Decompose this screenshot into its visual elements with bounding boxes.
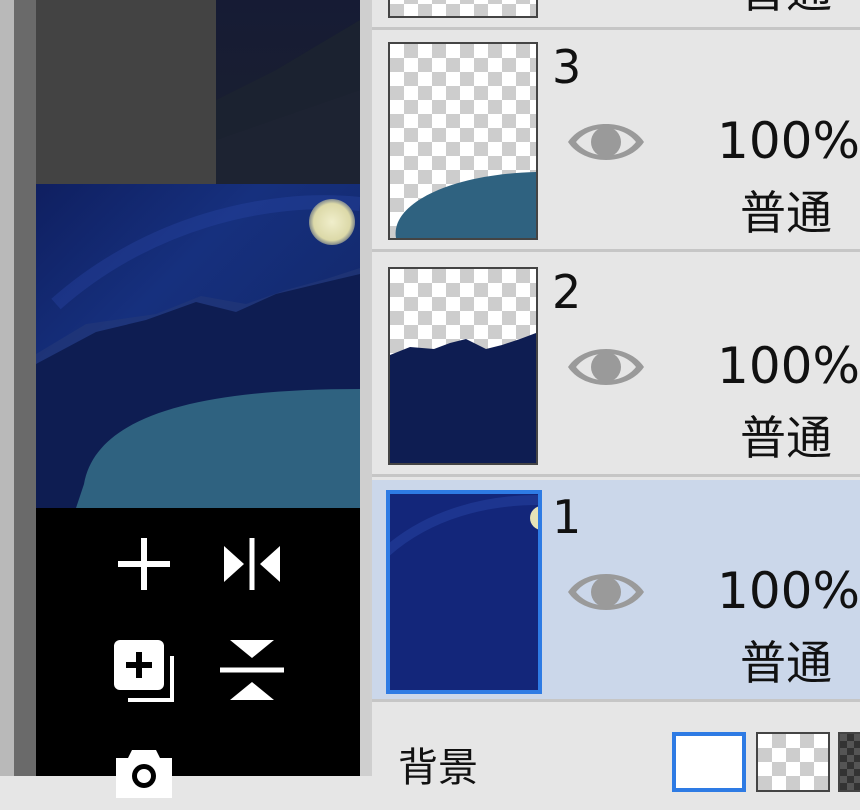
layer-row-3[interactable]: 3 100% 普通	[372, 30, 860, 252]
layer-thumbnail[interactable]	[388, 267, 538, 465]
layer-number: 3	[552, 40, 582, 94]
left-rail	[0, 0, 14, 776]
layer-thumbnail[interactable]	[388, 0, 538, 18]
eye-icon[interactable]	[566, 339, 646, 395]
blend-mode[interactable]: 普通	[740, 0, 832, 14]
layer-row-1[interactable]: 1 100% 普通	[372, 480, 860, 702]
layer-row-partial[interactable]: 普通	[372, 0, 860, 30]
layer-thumbnail[interactable]	[388, 42, 538, 240]
layer-opacity[interactable]: 100%	[717, 116, 860, 166]
layer-number: 2	[552, 265, 582, 319]
background-dark-swatch[interactable]	[838, 732, 860, 792]
layer-row-2[interactable]: 2 100% 普通	[372, 255, 860, 477]
left-rail-shadow	[14, 0, 36, 776]
flip-horizontal-icon[interactable]	[216, 528, 288, 600]
blend-mode[interactable]: 普通	[740, 415, 832, 461]
layer-opacity[interactable]: 100%	[717, 566, 860, 616]
background-white-swatch[interactable]	[672, 732, 746, 792]
layer-number: 1	[552, 490, 582, 544]
camera-icon[interactable]	[108, 738, 180, 810]
merge-down-icon[interactable]	[216, 634, 288, 706]
canvas-backdrop	[36, 0, 216, 184]
layer-panel: 普通 3 100% 普通 2	[372, 0, 860, 792]
canvas-reference	[216, 0, 360, 184]
background-transparent-swatch[interactable]	[756, 732, 830, 792]
eye-icon[interactable]	[566, 114, 646, 170]
layer-thumbnail[interactable]	[386, 490, 542, 694]
blend-mode[interactable]: 普通	[740, 190, 832, 236]
blend-mode[interactable]: 普通	[740, 640, 832, 686]
plus-icon[interactable]	[108, 528, 180, 600]
background-row: 背景	[372, 704, 860, 792]
layer-opacity[interactable]: 100%	[717, 341, 860, 391]
composite-preview[interactable]	[36, 184, 360, 508]
duplicate-layer-icon[interactable]	[108, 634, 180, 706]
layer-tools	[36, 508, 360, 798]
background-label: 背景	[398, 745, 478, 791]
eye-icon[interactable]	[566, 564, 646, 620]
panel-divider[interactable]	[360, 0, 372, 776]
